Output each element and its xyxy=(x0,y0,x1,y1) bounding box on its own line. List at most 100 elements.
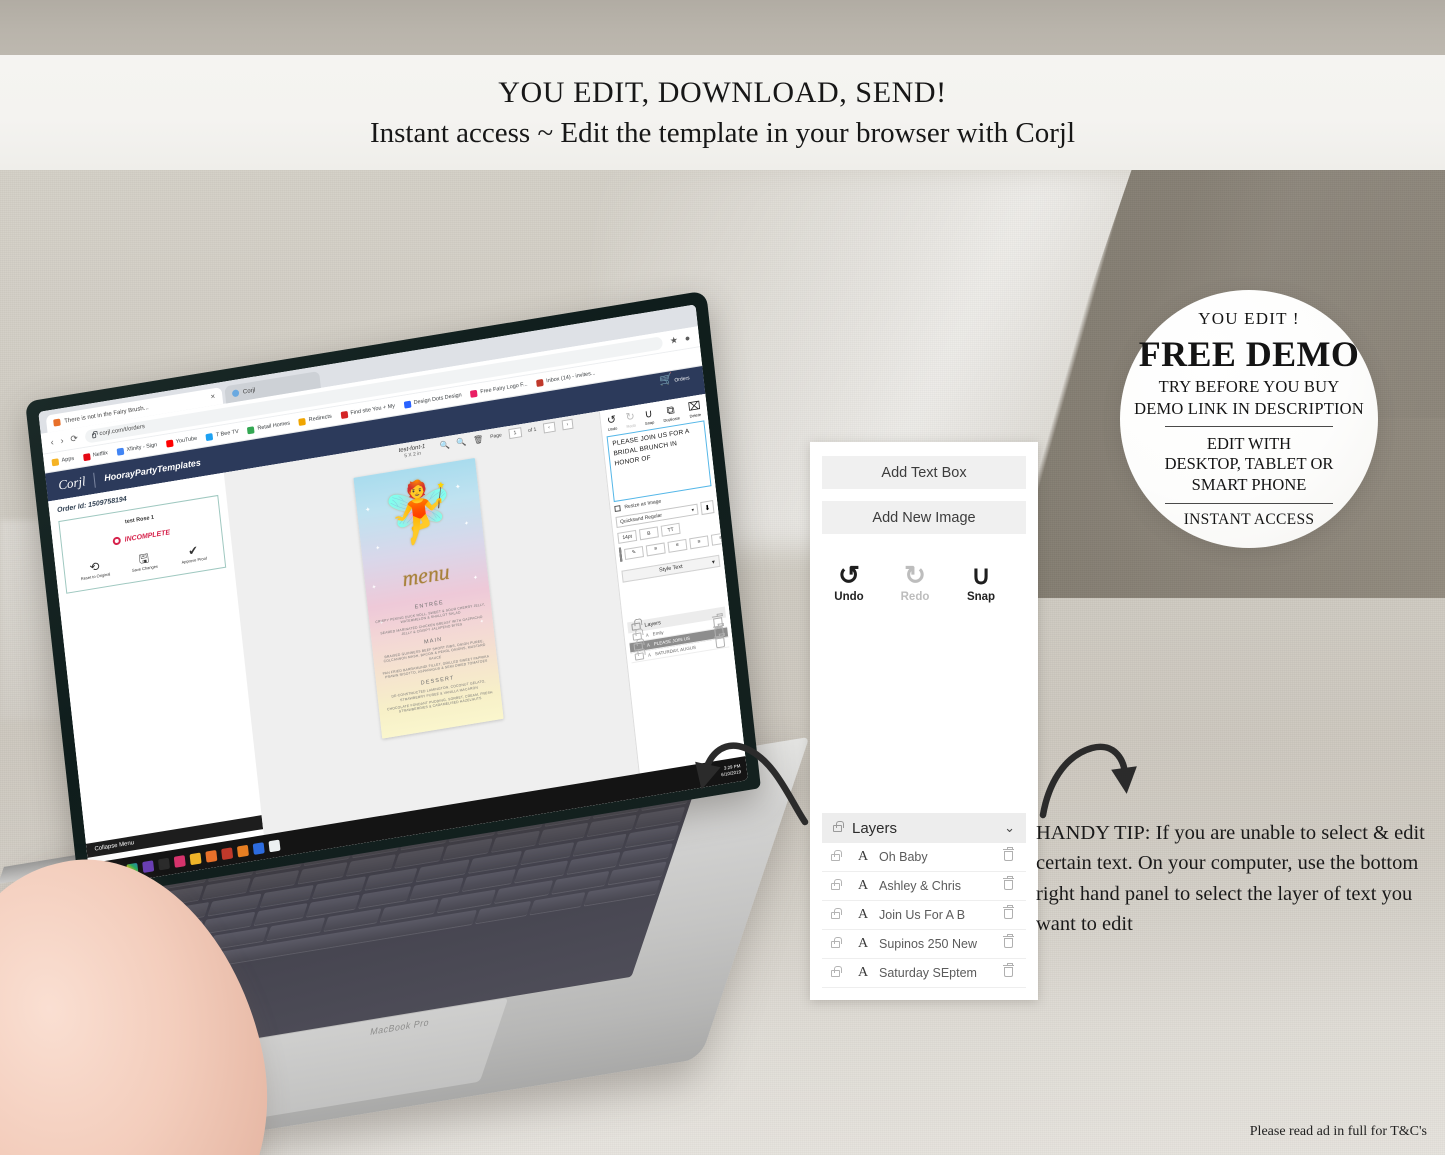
redo-button[interactable]: ↻ Redo xyxy=(896,562,934,604)
status-dot-icon xyxy=(112,536,122,546)
layer-row[interactable]: A Saturday SEptem xyxy=(822,959,1026,988)
bookmark-item[interactable]: Find site You + My xyxy=(340,403,395,419)
text-layer-icon: A xyxy=(857,965,869,980)
taskbar-app-icon[interactable] xyxy=(205,849,218,863)
lock-open-icon[interactable] xyxy=(831,964,851,982)
trash-icon[interactable] xyxy=(999,933,1017,953)
menu-template-preview[interactable]: ✦ ✦ ✦ ✦ ✦ ✦ ✦ ✦ 🧚 menu ENTRÉE CRISPY PEKI… xyxy=(353,457,504,739)
bookmark-item[interactable]: YouTube xyxy=(165,435,198,448)
reload-icon[interactable]: ⟳ xyxy=(70,432,79,444)
prev-page-button[interactable]: ‹ xyxy=(542,421,556,434)
snap-button[interactable]: ∪ Snap xyxy=(643,408,654,426)
bookmark-favicon-icon xyxy=(470,389,478,398)
layer-row[interactable]: A Oh Baby xyxy=(822,843,1026,872)
font-size-select[interactable]: 14pt xyxy=(617,529,638,544)
approve-proof-button[interactable]: ✔ Approve Proof xyxy=(173,542,214,566)
redo-button[interactable]: ↻ Redo xyxy=(625,411,636,429)
save-changes-button[interactable]: 🖫 Save Changes xyxy=(123,550,164,574)
badge-edit-with: EDIT WITH xyxy=(1206,433,1292,453)
undo-button[interactable]: ↺ Undo xyxy=(830,562,868,604)
bookmark-item[interactable]: Redirects xyxy=(298,413,333,426)
profile-avatar-icon[interactable]: ● xyxy=(684,333,690,344)
lock-open-icon[interactable] xyxy=(634,651,645,661)
taskbar-app-icon[interactable] xyxy=(189,852,202,865)
bookmark-item[interactable]: Retail Homes xyxy=(247,420,290,434)
bookmark-item[interactable]: T Bee TV xyxy=(205,428,240,441)
lock-open-icon[interactable] xyxy=(831,877,851,895)
chevron-down-icon[interactable]: ⌄ xyxy=(1004,820,1015,836)
undo-button[interactable]: ↺ Undo xyxy=(606,414,617,432)
text-color-swatch[interactable] xyxy=(618,547,623,562)
bold-button[interactable]: B xyxy=(638,526,659,541)
taskbar-app-icon[interactable] xyxy=(236,844,249,857)
redo-label: Redo xyxy=(900,591,930,603)
canvas-layers-title: Layers xyxy=(644,619,662,629)
bookmark-favicon-icon xyxy=(247,425,255,434)
align-center-button[interactable]: ≡ xyxy=(689,534,710,549)
add-new-image-button[interactable]: Add New Image xyxy=(822,501,1026,534)
add-text-box-button[interactable]: Add Text Box xyxy=(822,456,1026,489)
zoom-out-icon[interactable]: 🔍 xyxy=(456,437,467,448)
letter-spacing-button[interactable]: TT xyxy=(660,522,681,537)
bookmark-label: Retail Homes xyxy=(257,420,291,432)
lock-open-icon[interactable] xyxy=(831,935,851,953)
promo-banner: YOU EDIT, DOWNLOAD, SEND! Instant access… xyxy=(0,55,1445,170)
trash-icon[interactable] xyxy=(999,846,1017,866)
reset-to-original-button[interactable]: ⟲ Reset to Original xyxy=(74,558,115,582)
taskbar-app-icon[interactable] xyxy=(221,846,234,860)
delete-button[interactable]: ⌧ Delete xyxy=(687,400,701,419)
layers-panel-header[interactable]: Layers ⌄ xyxy=(822,813,1026,843)
lock-open-icon[interactable] xyxy=(831,848,851,866)
lock-open-icon[interactable] xyxy=(831,906,851,924)
layer-row[interactable]: A Join Us For A B xyxy=(822,901,1026,930)
laptop-mockup: MacBook Pro There is not in the Fairy Br… xyxy=(0,180,810,1155)
trash-icon[interactable] xyxy=(999,875,1017,895)
orders-button[interactable]: 🛒 Orders xyxy=(659,371,690,387)
bookmark-item[interactable]: Netflix xyxy=(82,450,109,461)
duplicate-button[interactable]: ⧉ Duplicate xyxy=(662,403,680,423)
browser-tab-corjl-title: Corjl xyxy=(242,387,256,396)
corjl-logo: Corjl xyxy=(57,473,87,493)
bookmark-item[interactable]: Apps xyxy=(51,455,74,466)
layer-name: Ashley & Chris xyxy=(879,879,961,893)
next-page-button[interactable]: › xyxy=(561,418,574,431)
zoom-in-icon[interactable]: 🔍 xyxy=(439,439,450,450)
badge-devices-2: SMART PHONE xyxy=(1191,474,1307,494)
taskbar-app-icon[interactable] xyxy=(173,854,186,868)
taskbar-app-icon[interactable] xyxy=(268,839,281,852)
font-upload-icon[interactable]: ⬇ xyxy=(700,500,715,516)
bookmark-item[interactable]: Xfinity - Sign xyxy=(116,442,157,456)
layer-name: Oh Baby xyxy=(879,850,928,864)
layer-row[interactable]: A Ashley & Chris xyxy=(822,872,1026,901)
page-number-input[interactable]: 1 xyxy=(508,427,522,440)
text-layer-icon: A xyxy=(857,849,869,864)
shopping-cart-icon: 🛒 xyxy=(658,372,674,388)
layer-row[interactable]: A Supinos 250 New xyxy=(822,930,1026,959)
text-layer-icon: A xyxy=(857,936,869,951)
undo-label: Undo xyxy=(607,425,618,433)
taskbar-clock[interactable]: 3:29 PM 6/10/2019 xyxy=(720,763,741,777)
trash-icon[interactable] xyxy=(715,637,726,649)
bookmark-label: Apps xyxy=(61,455,75,464)
layer-name: Supinos 250 New xyxy=(879,937,977,951)
handy-tip-text: HANDY TIP: If you are unable to select &… xyxy=(1036,822,1425,935)
star-bookmark-icon[interactable]: ★ xyxy=(669,334,678,346)
lock-closed-icon xyxy=(833,820,844,832)
text-layer-icon: A xyxy=(857,878,869,893)
snap-button[interactable]: ∪ Snap xyxy=(962,562,1000,604)
align-left-button[interactable]: ≡ xyxy=(667,538,688,553)
eyedropper-icon[interactable]: ✎ xyxy=(623,545,644,560)
close-tab-icon[interactable]: ✕ xyxy=(210,393,216,401)
back-icon[interactable]: ‹ xyxy=(50,437,54,447)
taskbar-app-icon[interactable] xyxy=(142,859,155,873)
taskbar-app-icon[interactable] xyxy=(252,841,265,855)
trash-icon[interactable] xyxy=(999,904,1017,924)
corjl-floating-panel: Add Text Box Add New Image ↺ Undo ↻ Redo ∪ Sn… xyxy=(810,442,1038,1000)
trash-icon[interactable] xyxy=(999,962,1017,982)
align-right-button[interactable]: ≡ xyxy=(710,531,731,546)
forward-icon[interactable]: › xyxy=(60,435,64,445)
bookmark-label: T Bee TV xyxy=(215,428,240,439)
line-height-button[interactable]: ≡ xyxy=(645,541,666,556)
taskbar-app-icon[interactable] xyxy=(157,857,170,870)
trash-icon[interactable]: 🗑 xyxy=(473,434,484,445)
